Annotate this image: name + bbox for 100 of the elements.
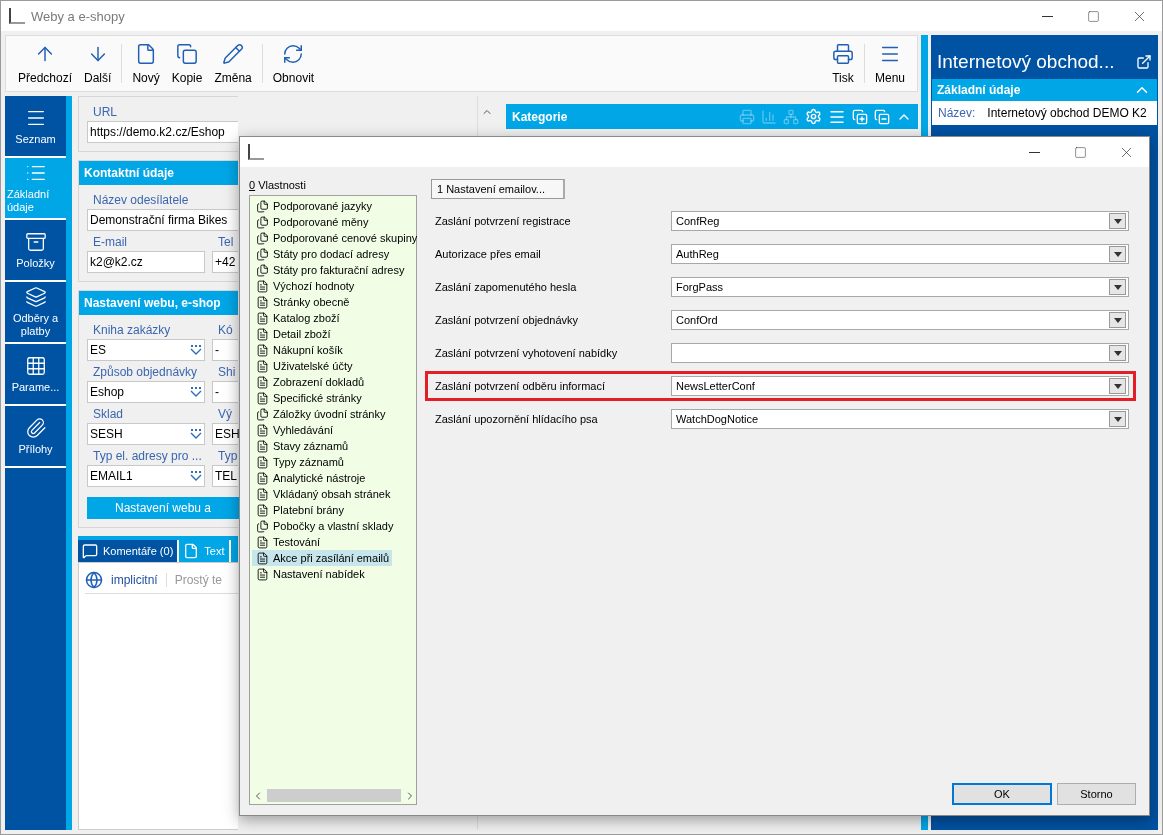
input-field[interactable]: - <box>212 381 238 403</box>
document-icon <box>256 439 269 453</box>
setting-label: Zaslání potvrzení odběru informací <box>435 380 606 392</box>
dropdown-icon <box>1109 312 1126 328</box>
document-icon <box>256 535 269 549</box>
input-field[interactable]: - <box>212 339 238 361</box>
dropdown-icon <box>190 387 202 397</box>
document-icon <box>256 279 269 293</box>
grid-icon <box>24 354 47 377</box>
list-item[interactable]: Výchozí hodnoty <box>252 278 358 294</box>
field-label: Sklad <box>92 407 125 421</box>
document-icon <box>256 455 269 469</box>
combo-box[interactable]: ES <box>87 339 205 361</box>
list-item[interactable]: Akce při zasílání emailů <box>252 550 393 566</box>
maximize-icon <box>1086 9 1100 23</box>
settings-icon[interactable] <box>805 108 822 125</box>
input-field[interactable]: +42 <box>212 251 238 273</box>
dropdown-icon <box>1109 411 1126 427</box>
documents-icon <box>256 263 269 277</box>
printer-icon[interactable] <box>739 108 755 125</box>
dropdown-icon <box>190 429 202 439</box>
list-item[interactable]: Podporované jazyky <box>252 198 376 214</box>
list-item[interactable]: Pobočky a vlastní sklady <box>252 518 397 534</box>
globe-icon <box>85 571 103 589</box>
document-icon <box>256 375 269 389</box>
network-icon[interactable] <box>783 108 799 125</box>
minimize-icon <box>1028 151 1040 153</box>
comment-icon <box>82 543 98 559</box>
combo-box[interactable]: WatchDogNotice <box>671 409 1129 429</box>
list-item[interactable]: Vkládaný obsah stránek <box>252 486 394 502</box>
list-item[interactable]: Katalog zboží <box>252 310 343 326</box>
language-dropdown[interactable]: implicitní <box>111 573 167 587</box>
input-field[interactable]: https://demo.k2.cz/Eshop <box>87 121 238 143</box>
toolbar-button[interactable]: Nový <box>126 36 166 91</box>
list-item[interactable]: Uživatelské účty <box>252 358 356 374</box>
list-item[interactable]: Detail zboží <box>252 326 334 342</box>
setting-label: Autorizace přes email <box>435 248 542 260</box>
combo-box[interactable] <box>671 343 1129 363</box>
remove-window-icon[interactable] <box>874 108 890 125</box>
combo-box[interactable]: SESH <box>87 423 205 445</box>
list-item[interactable]: Stavy záznamů <box>252 438 352 454</box>
list-item[interactable]: Nákupní košík <box>252 342 346 358</box>
minimize-icon <box>1041 15 1053 17</box>
section-header: Základní údaje <box>932 79 1157 101</box>
list-item[interactable]: Platební brány <box>252 502 347 518</box>
setting-label: Zaslání potvrzení registrace <box>435 215 572 227</box>
list-item[interactable]: Podporované měny <box>252 214 372 230</box>
printer-icon <box>831 42 854 65</box>
toolbar-button[interactable]: Předchozí <box>12 36 79 91</box>
field-label: Kó <box>217 323 234 337</box>
add-window-icon[interactable] <box>852 108 868 125</box>
list-item[interactable]: Státy pro fakturační adresy <box>252 262 408 278</box>
combo-box[interactable]: AuthReg <box>671 244 1129 264</box>
documents-icon <box>256 407 269 421</box>
field-label: Kniha zakázky <box>92 323 172 337</box>
field-label: Typ el. adresy pro ... <box>92 449 203 463</box>
list-item[interactable]: Typy záznamů <box>252 454 347 470</box>
field-label: Tel <box>217 235 235 249</box>
input-field[interactable]: Demonstrační firma Bikes <box>87 209 238 231</box>
toolbar-button[interactable]: Změna <box>208 36 258 91</box>
combo-box[interactable]: EMAIL1 <box>87 465 205 487</box>
list-item[interactable]: Testování <box>252 534 324 550</box>
combo-box[interactable]: NewsLetterConf <box>671 376 1129 396</box>
chart-icon[interactable] <box>761 108 777 125</box>
toolbar-button[interactable]: Tisk <box>825 36 860 91</box>
input-field[interactable]: TEL <box>212 465 238 487</box>
combo-box[interactable]: ConfReg <box>671 211 1129 231</box>
toolbar-button[interactable]: Menu <box>868 36 911 91</box>
list-item[interactable]: Nastavení nabídek <box>252 566 368 582</box>
combo-box[interactable]: ConfOrd <box>671 310 1129 330</box>
combo-box[interactable]: Eshop <box>87 381 205 403</box>
list-item[interactable]: Specifické stránky <box>252 390 365 406</box>
input-field[interactable]: ESH <box>212 423 238 445</box>
list-item[interactable]: Státy pro dodací adresy <box>252 246 393 262</box>
dialog-button[interactable]: Storno <box>1057 783 1136 805</box>
document-icon <box>256 311 269 325</box>
external-link-icon[interactable] <box>1136 54 1152 70</box>
panel-tab[interactable]: Komentáře (0) <box>78 540 180 562</box>
comment-editor[interactable]: implicitní Prostý te <box>78 562 238 830</box>
list-item[interactable]: Vyhledávání <box>252 422 337 438</box>
dialog-tab[interactable]: 1 Nastavení emailov... <box>431 179 565 199</box>
dialog-button[interactable]: OK <box>952 783 1052 805</box>
list-item[interactable]: Záložky úvodní stránky <box>252 406 389 422</box>
section-header: Nastavení webu, e-shop <box>79 291 238 315</box>
setting-label: Zaslání potvrzení objednávky <box>435 314 580 326</box>
list-item[interactable]: Analytické nástroje <box>252 470 369 486</box>
field-label: Název: <box>938 106 976 120</box>
documents-icon <box>256 519 269 533</box>
combo-box[interactable]: ForgPass <box>671 277 1129 297</box>
toolbar-button[interactable]: Další <box>78 36 118 91</box>
field-label: Shi <box>217 365 237 379</box>
input-field[interactable]: k2@k2.cz <box>87 251 205 273</box>
dropdown-icon <box>1109 213 1126 229</box>
field-label: E-mail <box>92 235 128 249</box>
list-item[interactable]: Stránky obecně <box>252 294 353 310</box>
list-item[interactable]: Zobrazení dokladů <box>252 374 368 390</box>
toolbar-button[interactable]: Obnovit <box>266 36 321 91</box>
list-item[interactable]: Podporované cenové skupiny <box>252 230 421 246</box>
document-icon <box>256 567 269 581</box>
toolbar-button[interactable]: Kopie <box>165 36 209 91</box>
